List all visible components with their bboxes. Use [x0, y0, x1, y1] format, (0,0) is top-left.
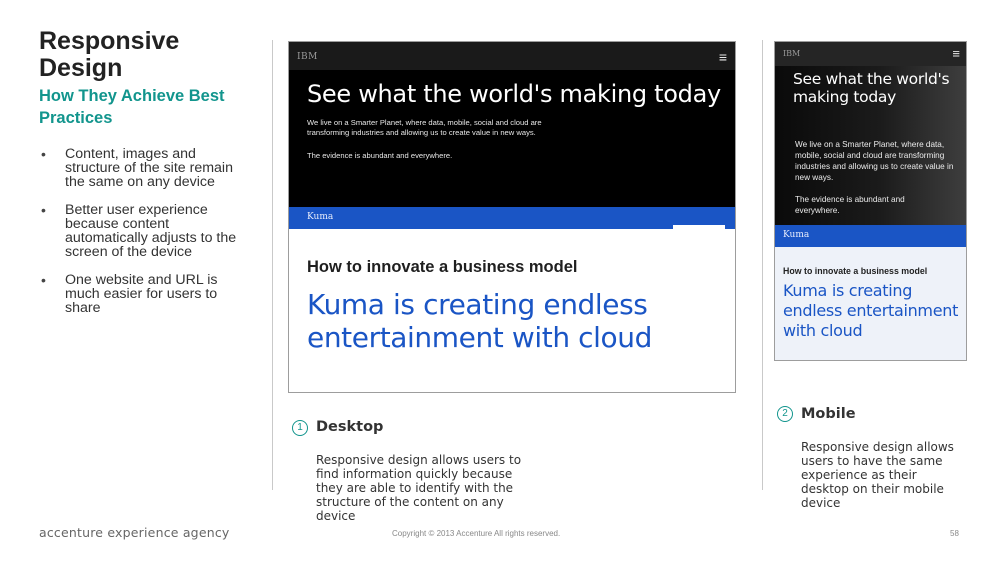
desktop-caption-title: Desktop [316, 419, 384, 435]
ibm-logo: IBM [783, 49, 801, 58]
desktop-screenshot: IBM ≡ See what the world's making today … [288, 41, 736, 393]
mobile-screenshot: IBM ≡ See what the world's making today … [774, 41, 967, 361]
bullet-text: Better user experience because content a… [65, 202, 237, 260]
menu-icon: ≡ [952, 46, 960, 61]
copyright-text: Copyright © 2013 Accenture All rights re… [392, 529, 561, 538]
page-number: 58 [950, 529, 959, 538]
mobile-caption-text: Responsive design allows users to have t… [801, 440, 954, 510]
desktop-topbar [289, 42, 735, 70]
mobile-headline: See what the world's making today [793, 70, 950, 106]
bullet-dot-icon: • [41, 202, 46, 218]
menu-icon: ≡ [718, 49, 727, 65]
slide-title: Responsive Design [39, 27, 180, 82]
desktop-evidence: The evidence is abundant and everywhere. [307, 151, 453, 160]
slide-subtitle: How They Achieve Best Practices [39, 87, 225, 127]
bullet-item: • Better user experience because content … [39, 203, 254, 259]
step-number-mobile: 2 [777, 406, 793, 422]
mobile-article-body: Kuma is creating endless entertainment w… [783, 281, 959, 340]
mobile-description: We live on a Smarter Planet, where data,… [795, 140, 954, 182]
bullet-list: • Content, images and structure of the si… [39, 147, 254, 329]
desktop-nav-label: Kuma [307, 212, 334, 222]
step-number-desktop: 1 [292, 420, 308, 436]
divider-left [272, 40, 273, 490]
ibm-logo: IBM [297, 52, 318, 62]
bullet-dot-icon: • [41, 146, 46, 162]
mobile-article-title: How to innovate a business model [783, 266, 928, 276]
mobile-evidence: The evidence is abundant and everywhere. [795, 195, 905, 215]
desktop-nav-bar [289, 207, 735, 229]
desktop-description: We live on a Smarter Planet, where data,… [307, 118, 542, 137]
bullet-text: Content, images and structure of the sit… [65, 146, 233, 190]
bullet-item: • One website and URL is much easier for … [39, 273, 254, 315]
desktop-article-body: Kuma is creating endless entertainment w… [307, 288, 653, 354]
bullet-text: One website and URL is much easier for u… [65, 272, 218, 316]
bullet-item: • Content, images and structure of the si… [39, 147, 254, 189]
desktop-content-tab [673, 225, 725, 233]
divider-right [762, 40, 763, 490]
desktop-article-title: How to innovate a business model [307, 258, 578, 276]
desktop-headline: See what the world's making today [307, 80, 721, 108]
bullet-dot-icon: • [41, 272, 46, 288]
mobile-caption-title: Mobile [801, 406, 856, 422]
agency-logo-text: accenture experience agency [39, 525, 230, 540]
desktop-caption-text: Responsive design allows users to find i… [316, 453, 522, 523]
mobile-nav-label: Kuma [783, 230, 810, 240]
mobile-topbar [775, 42, 966, 66]
